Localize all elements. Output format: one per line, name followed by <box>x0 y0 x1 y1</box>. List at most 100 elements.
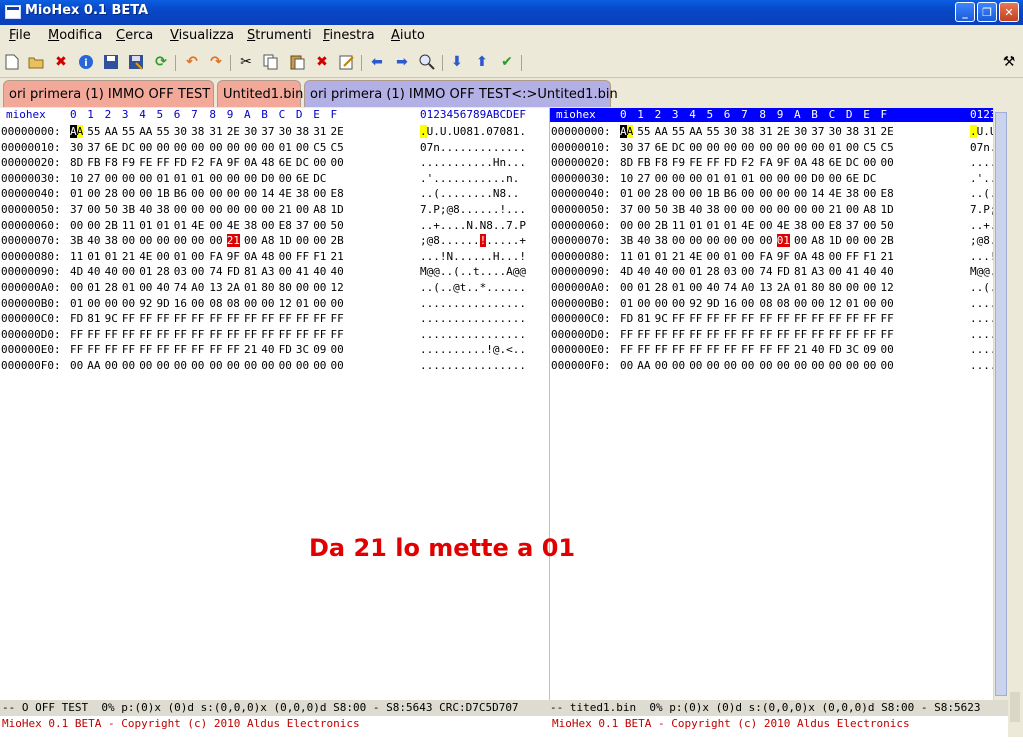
hex-byte[interactable]: 00 <box>70 359 83 372</box>
hex-byte[interactable]: 80 <box>811 281 824 294</box>
hex-byte[interactable]: 00 <box>724 203 737 216</box>
hex-byte[interactable]: 00 <box>157 250 170 263</box>
hex-ascii[interactable]: .'... <box>970 172 993 185</box>
hex-byte[interactable]: FF <box>70 343 83 356</box>
hex-byte[interactable]: DC <box>296 156 309 169</box>
hex-byte[interactable]: FF <box>724 328 737 341</box>
hex-byte[interactable]: 00 <box>846 141 859 154</box>
hex-byte[interactable]: 30 <box>724 125 737 138</box>
hex-byte[interactable]: FF <box>794 328 807 341</box>
hex-ascii[interactable]: ...!N......H...! <box>420 250 526 263</box>
hex-byte[interactable]: 00 <box>296 281 309 294</box>
hex-byte[interactable]: 00 <box>174 203 187 216</box>
hex-byte[interactable]: 00 <box>313 187 326 200</box>
hex-byte[interactable]: 00 <box>191 265 204 278</box>
hex-byte[interactable]: 01 <box>174 172 187 185</box>
hex-byte[interactable]: 00 <box>209 234 222 247</box>
hex-byte[interactable]: 4E <box>829 187 842 200</box>
hex-byte[interactable]: 01 <box>296 297 309 310</box>
hex-ascii[interactable]: 7.P;@8......!... <box>420 203 526 216</box>
hex-byte[interactable]: 00 <box>296 359 309 372</box>
hex-byte[interactable]: D0 <box>811 172 824 185</box>
hex-byte[interactable]: 00 <box>794 187 807 200</box>
redo-icon[interactable]: ↷ <box>207 53 225 71</box>
hex-byte[interactable]: FF <box>672 312 685 325</box>
hex-byte[interactable]: 00 <box>70 281 83 294</box>
hex-byte[interactable]: 38 <box>794 219 807 232</box>
hex-byte[interactable]: 30 <box>70 141 83 154</box>
hex-byte[interactable]: 31 <box>313 125 326 138</box>
hex-byte[interactable]: 38 <box>105 234 118 247</box>
hex-byte[interactable]: 2E <box>881 125 894 138</box>
hex-byte[interactable]: 00 <box>724 234 737 247</box>
hex-byte[interactable]: 12 <box>279 297 292 310</box>
hex-byte[interactable]: 40 <box>331 265 344 278</box>
hex-byte[interactable]: 55 <box>122 125 135 138</box>
hex-byte[interactable]: 55 <box>637 125 650 138</box>
hex-byte[interactable]: 00 <box>707 250 720 263</box>
hex-byte[interactable]: E8 <box>331 187 344 200</box>
hex-byte[interactable]: 00 <box>244 234 257 247</box>
hex-byte[interactable]: 01 <box>157 219 170 232</box>
hex-byte[interactable]: 14 <box>261 187 274 200</box>
hex-byte[interactable]: 00 <box>689 141 702 154</box>
hex-byte[interactable]: 38 <box>707 203 720 216</box>
hex-byte[interactable]: FF <box>227 328 240 341</box>
menu-strumenti[interactable]: Strumenti <box>247 28 312 43</box>
hex-byte[interactable]: 00 <box>759 141 772 154</box>
hex-byte[interactable]: 37 <box>87 141 100 154</box>
hex-row[interactable]: 000000C0: FD 81 9C FF FF FF FF FF FF FF FF FF FF FF FF F… <box>0 312 549 327</box>
hex-byte[interactable]: 00 <box>637 297 650 310</box>
hex-row[interactable]: 000000F0: 00 AA 00 00 00 00 00 00 00 00 00 00 00 00 00 0… <box>550 359 993 374</box>
hex-byte[interactable]: FE <box>139 156 152 169</box>
hex-byte[interactable]: FF <box>105 343 118 356</box>
hex-byte[interactable]: 30 <box>620 141 633 154</box>
hex-byte[interactable]: 3B <box>122 203 135 216</box>
hex-byte[interactable]: 01 <box>244 281 257 294</box>
hex-byte[interactable]: 00 <box>227 187 240 200</box>
hex-byte[interactable]: 21 <box>279 203 292 216</box>
hex-byte[interactable]: AA <box>70 125 84 138</box>
hex-row[interactable]: 00000060: 00 00 2B 11 01 01 01 4E 00 4E 38 00 E8 37 00 5… <box>550 219 993 234</box>
hex-byte[interactable]: 00 <box>122 359 135 372</box>
hex-byte[interactable]: 74 <box>174 281 187 294</box>
hex-byte[interactable]: 00 <box>794 141 807 154</box>
hex-byte[interactable]: DC <box>313 172 326 185</box>
hex-byte[interactable]: 00 <box>741 297 754 310</box>
hex-row[interactable]: 00000070: 3B 40 38 00 00 00 00 00 00 21 00 A8 1D 00 00 2… <box>0 234 549 249</box>
hex-byte[interactable]: 01 <box>87 250 100 263</box>
hex-byte[interactable]: 2A <box>777 281 790 294</box>
hex-byte[interactable]: FF <box>881 328 894 341</box>
hex-byte[interactable]: C5 <box>881 141 894 154</box>
hex-byte[interactable]: A8 <box>261 234 274 247</box>
hex-byte[interactable]: 00 <box>759 359 772 372</box>
hex-byte[interactable]: FF <box>689 328 702 341</box>
hex-byte[interactable]: FA <box>209 156 222 169</box>
hex-byte[interactable]: 01 <box>87 281 100 294</box>
hex-byte[interactable]: DC <box>672 141 685 154</box>
hex-byte[interactable]: 00 <box>777 203 790 216</box>
hex-byte[interactable]: 00 <box>87 297 100 310</box>
hex-byte[interactable]: 00 <box>191 297 204 310</box>
hex-byte[interactable]: FF <box>689 312 702 325</box>
hex-byte[interactable]: 00 <box>244 297 257 310</box>
hex-byte[interactable]: 00 <box>227 359 240 372</box>
hex-byte[interactable]: 55 <box>707 125 720 138</box>
hex-byte[interactable]: FF <box>279 312 292 325</box>
cut-icon[interactable]: ✂ <box>237 53 255 71</box>
hex-byte[interactable]: 00 <box>331 359 344 372</box>
hex-byte[interactable]: 3C <box>846 343 859 356</box>
hex-byte[interactable]: 00 <box>672 234 685 247</box>
hex-byte[interactable]: 37 <box>846 219 859 232</box>
hex-byte[interactable]: AA <box>620 125 634 138</box>
hex-byte[interactable]: F8 <box>655 156 668 169</box>
hex-byte[interactable]: 8D <box>70 156 83 169</box>
hex-byte[interactable]: 00 <box>811 203 824 216</box>
hex-byte[interactable]: 4E <box>777 219 790 232</box>
hex-byte[interactable]: 01 <box>191 172 204 185</box>
hex-byte[interactable]: FF <box>811 328 824 341</box>
hex-byte[interactable]: AA <box>87 359 100 372</box>
hex-byte[interactable]: 00 <box>122 297 135 310</box>
hex-byte[interactable]: 00 <box>811 219 824 232</box>
hex-byte[interactable]: 01 <box>794 281 807 294</box>
